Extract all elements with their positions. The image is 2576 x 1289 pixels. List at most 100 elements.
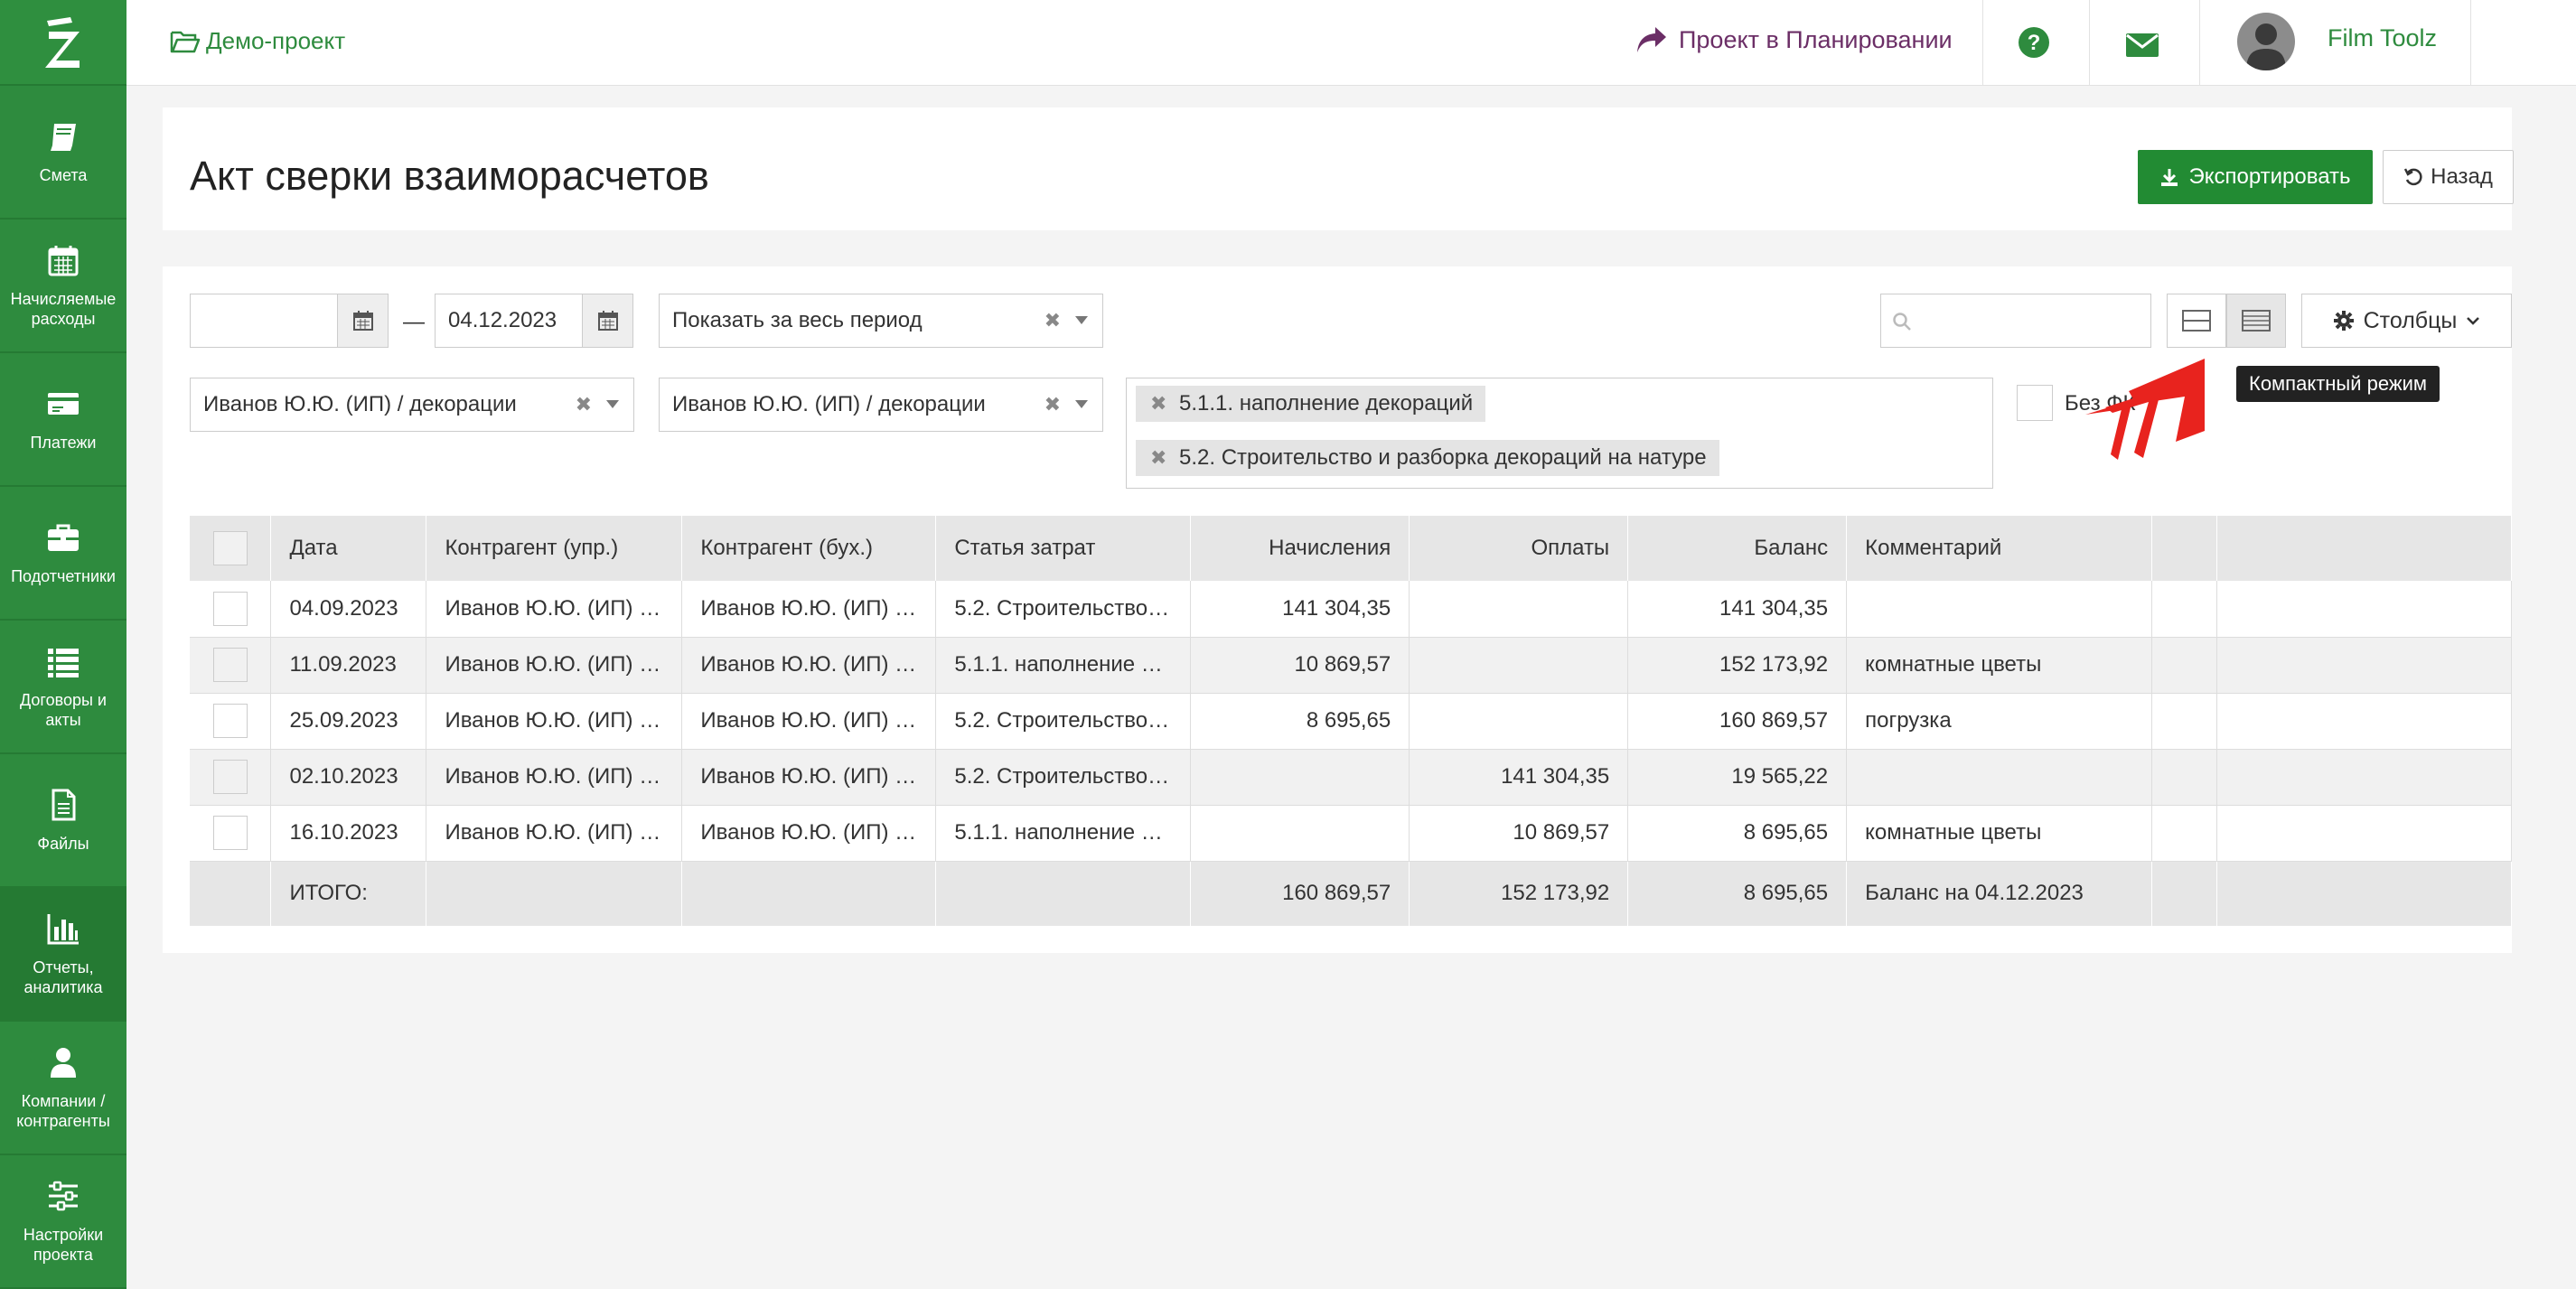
share-arrow-icon (1637, 27, 1666, 52)
clear-icon[interactable]: ✖ (576, 393, 592, 416)
project-name: Демо-проект (206, 27, 346, 54)
sidebar-item-accountable[interactable]: Подотчетники (0, 487, 126, 621)
select-all-cell (190, 516, 272, 581)
table-row[interactable]: 11.09.2023 Иванов Ю.Ю. (ИП) / декорации … (190, 637, 2512, 694)
sliders-icon (49, 1181, 78, 1211)
user-name[interactable]: Film Toolz (2328, 24, 2437, 52)
calendar-icon (597, 311, 618, 331)
date-from-input[interactable] (190, 294, 389, 348)
accrual-cell (1190, 749, 1410, 806)
planning-link[interactable]: Проект в Планировании (1635, 25, 1953, 54)
table-row[interactable]: 04.09.2023 Иванов Ю.Ю. (ИП) / декорации … (190, 581, 2512, 638)
table-row[interactable]: 16.10.2023 Иванов Ю.Ю. (ИП) / декорации … (190, 805, 2512, 862)
accrual-cell: 141 304,35 (1190, 581, 1410, 638)
sidebar-item-estimate[interactable]: Смета (0, 86, 126, 220)
envelope-icon[interactable] (2125, 28, 2159, 62)
compact-mode-tooltip: Компактный режим (2236, 366, 2440, 402)
counterparty-acc-select[interactable]: Иванов Ю.Ю. (ИП) / декорации ✖ (659, 378, 1103, 432)
empty-cell (2216, 861, 2512, 926)
sidebar-item-contracts[interactable]: Договоры и акты (0, 621, 126, 754)
counterparty-mgmt-cell: Иванов Ю.Ю. (ИП) / декорации (426, 637, 683, 694)
date-to-input[interactable]: 04.12.2023 (435, 294, 633, 348)
total-label: ИТОГО: (270, 861, 427, 926)
counterparty-mgmt-cell: Иванов Ю.Ю. (ИП) / декорации (426, 805, 683, 862)
calendar-icon (48, 246, 79, 276)
normal-view-button[interactable] (2167, 294, 2226, 348)
columns-button[interactable]: Столбцы (2301, 294, 2512, 348)
export-button[interactable]: Экспортировать (2138, 150, 2373, 204)
table-row[interactable]: 02.10.2023 Иванов Ю.Ю. (ИП) / декорации … (190, 749, 2512, 806)
row-select-cell (190, 805, 272, 862)
date-to-calendar-button[interactable] (582, 294, 632, 347)
planning-label: Проект в Планировании (1679, 25, 1953, 53)
balance-cell: 19 565,22 (1627, 749, 1848, 806)
compact-view-button[interactable] (2226, 294, 2286, 348)
date-from-calendar-button[interactable] (337, 294, 388, 347)
sidebar-item-label: Компании / контрагенты (16, 1092, 110, 1130)
empty-cell (2151, 749, 2218, 806)
empty-cell (2151, 637, 2218, 694)
payment-cell: 141 304,35 (1409, 749, 1629, 806)
chevron-down-icon (2467, 317, 2480, 325)
tag-label: 5.1.1. наполнение декораций (1179, 391, 1474, 416)
row-checkbox[interactable] (212, 591, 248, 626)
sidebar-item-companies[interactable]: Компании / контрагенты (0, 1022, 126, 1155)
row-select-cell (190, 637, 272, 694)
back-button[interactable]: Назад (2383, 150, 2514, 204)
cost-items-multiselect[interactable]: ✖ 5.1.1. наполнение декораций ✖ 5.2. Стр… (1126, 378, 1993, 489)
counterparty-acc-value: Иванов Ю.Ю. (ИП) / декорации (672, 392, 986, 416)
counterparty-acc-cell: Иванов Ю.Ю. (ИП) / декорации (681, 693, 937, 750)
column-header[interactable]: Начисления (1190, 516, 1410, 581)
avatar[interactable] (2237, 13, 2295, 70)
export-label: Экспортировать (2188, 164, 2351, 189)
no-fk-checkbox[interactable] (2017, 385, 2053, 421)
balance-cell: 8 695,65 (1627, 805, 1848, 862)
column-header[interactable]: Статья затрат (935, 516, 1192, 581)
total-row: ИТОГО: 160 869,57 152 173,92 8 695,65 Ба… (190, 861, 2512, 926)
svg-text:?: ? (2028, 31, 2041, 55)
select-all-checkbox[interactable] (212, 531, 248, 565)
period-select[interactable]: Показать за весь период ✖ (659, 294, 1103, 348)
clear-icon[interactable]: ✖ (1044, 309, 1061, 332)
column-header[interactable]: Контрагент (упр.) (426, 516, 683, 581)
sidebar-item-settings[interactable]: Настройки проекта (0, 1155, 126, 1289)
cost-item-tag: ✖ 5.2. Строительство и разборка декораци… (1136, 440, 1719, 476)
row-checkbox[interactable] (212, 760, 248, 794)
cost-item-tag: ✖ 5.1.1. наполнение декораций (1136, 386, 1486, 422)
counterparty-mgmt-select[interactable]: Иванов Ю.Ю. (ИП) / декорации ✖ (190, 378, 634, 432)
divider (2199, 0, 2200, 86)
column-header[interactable]: Контрагент (бух.) (681, 516, 937, 581)
comment-cell: комнатные цветы (1846, 805, 2153, 862)
sidebar-item-files[interactable]: Файлы (0, 754, 126, 888)
search-input[interactable] (1880, 294, 2151, 348)
download-icon (2161, 169, 2178, 186)
help-icon[interactable]: ? (2017, 25, 2051, 60)
sidebar-item-payments[interactable]: Платежи (0, 353, 126, 487)
reconciliation-table: Дата Контрагент (упр.) Контрагент (бух.)… (190, 516, 2512, 926)
counterparty-acc-cell: Иванов Ю.Ю. (ИП) / декорации (681, 637, 937, 694)
project-link[interactable]: Демо-проект (170, 27, 345, 55)
payment-cell (1409, 693, 1629, 750)
balance-cell: 160 869,57 (1627, 693, 1848, 750)
compact-rows-icon (2242, 310, 2271, 332)
clear-icon[interactable]: ✖ (1044, 393, 1061, 416)
chevron-down-icon (1075, 400, 1088, 408)
cost-item-cell: 5.2. Строительство и разборка декораций … (935, 749, 1192, 806)
row-checkbox[interactable] (212, 816, 248, 850)
accrual-cell (1190, 805, 1410, 862)
column-header[interactable]: Комментарий (1846, 516, 2153, 581)
column-header[interactable]: Баланс (1627, 516, 1848, 581)
balance-cell: 152 173,92 (1627, 637, 1848, 694)
column-header[interactable]: Оплаты (1409, 516, 1629, 581)
sidebar-item-reports[interactable]: Отчеты, аналитика (0, 888, 126, 1022)
row-checkbox[interactable] (212, 704, 248, 738)
column-header[interactable]: Дата (270, 516, 427, 581)
row-checkbox[interactable] (212, 648, 248, 682)
remove-tag-icon[interactable]: ✖ (1150, 446, 1166, 470)
divider (2089, 0, 2090, 86)
sidebar-item-accrued-expenses[interactable]: Начисляемые расходы (0, 220, 126, 353)
table-row[interactable]: 25.09.2023 Иванов Ю.Ю. (ИП) / декорации … (190, 693, 2512, 750)
rows-icon (2182, 310, 2211, 332)
app-logo[interactable] (0, 0, 126, 86)
remove-tag-icon[interactable]: ✖ (1150, 392, 1166, 416)
